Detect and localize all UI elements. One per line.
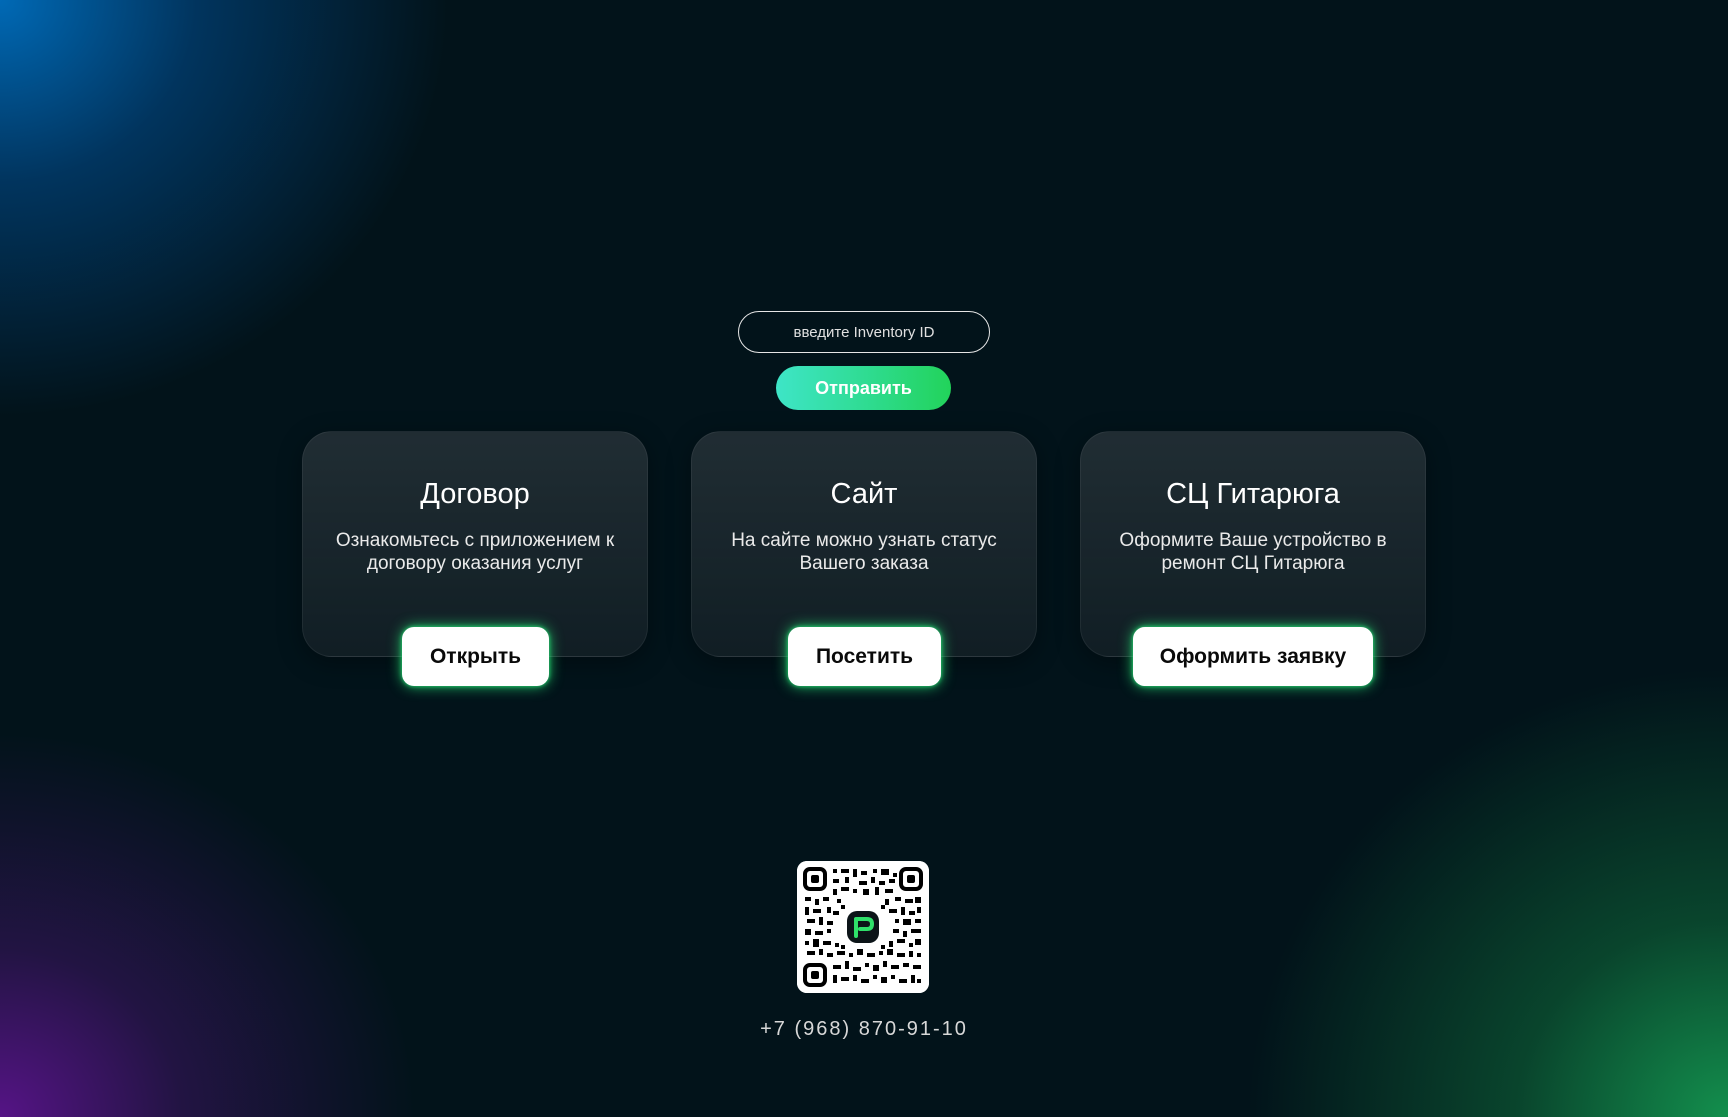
open-contract-button[interactable]: Открыть — [402, 627, 549, 686]
card-description: На сайте можно узнать статус Вашего зака… — [731, 530, 997, 574]
card-service-center: СЦ Гитарюга Оформите Ваше устройство в р… — [1080, 431, 1426, 657]
card-contract: Договор Ознакомьтесь с приложением к дог… — [302, 431, 648, 657]
qr-code-icon[interactable] — [797, 861, 929, 993]
card-title: Сайт — [830, 478, 898, 510]
card-title: СЦ Гитарюга — [1166, 478, 1340, 510]
submit-request-button[interactable]: Оформить заявку — [1133, 627, 1373, 686]
submit-button[interactable]: Отправить — [776, 366, 951, 410]
card-site: Сайт На сайте можно узнать статус Вашего… — [691, 431, 1037, 657]
visit-site-button[interactable]: Посетить — [788, 627, 941, 686]
inventory-id-input[interactable] — [738, 311, 990, 353]
card-title: Договор — [420, 478, 530, 510]
phone-number: +7 (968) 870-91-10 — [760, 1018, 968, 1040]
card-description: Оформите Ваше устройство в ремонт СЦ Гит… — [1119, 530, 1387, 574]
card-description: Ознакомьтесь с приложением к договору ок… — [335, 530, 615, 574]
